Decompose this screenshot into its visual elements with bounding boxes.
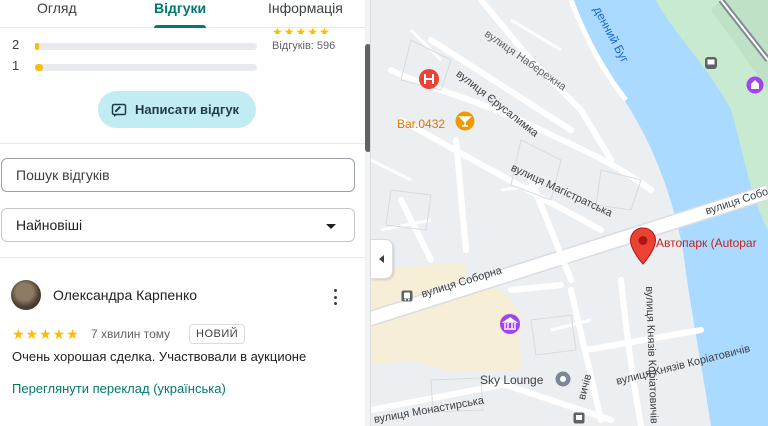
histogram-label: 2 bbox=[12, 37, 20, 52]
active-tab-indicator bbox=[154, 25, 206, 28]
search-reviews-input[interactable] bbox=[1, 158, 355, 192]
tab-bar: Огляд Відгуки Інформація bbox=[0, 0, 365, 28]
dot-icon bbox=[333, 289, 337, 292]
place-pin-icon[interactable] bbox=[629, 227, 657, 265]
dot-icon bbox=[333, 302, 337, 305]
reviews-panel: Огляд Відгуки Інформація 2 1 ★★★★★ Відгу… bbox=[0, 0, 371, 426]
histogram-fill bbox=[35, 64, 43, 71]
review-stars: ★★★★★ bbox=[12, 326, 80, 342]
tab-overview-label: Огляд bbox=[37, 0, 77, 16]
bus-stop-icon[interactable] bbox=[401, 290, 413, 302]
total-reviews: Відгуків: 596 bbox=[272, 40, 335, 52]
map-view[interactable]: денний Буг вулиця Набережна вулиця Єруса… bbox=[371, 0, 768, 426]
more-options-button[interactable] bbox=[330, 289, 340, 305]
dot-icon bbox=[333, 295, 337, 299]
sort-selected-value: Найновіші bbox=[16, 217, 83, 233]
write-review-label: Написати відгук bbox=[135, 102, 240, 117]
place-label[interactable]: Автопарк (Autopar bbox=[656, 236, 757, 250]
histogram-fill bbox=[35, 43, 39, 50]
average-rating-stars: ★★★★★ bbox=[272, 28, 331, 34]
lounge-label: Sky Lounge bbox=[480, 373, 544, 387]
hospital-icon[interactable] bbox=[418, 68, 440, 90]
bar-label: Bar.0432 bbox=[397, 117, 446, 131]
transit-icon[interactable] bbox=[704, 56, 718, 70]
reviews-count-label: Відгуків: bbox=[272, 40, 314, 52]
transit-icon[interactable] bbox=[573, 412, 585, 424]
avatar[interactable] bbox=[11, 280, 41, 310]
rating-histogram-row-2: 2 bbox=[12, 37, 257, 53]
rating-histogram-row-1: 1 bbox=[12, 58, 257, 74]
tab-about-label: Інформація bbox=[268, 0, 343, 16]
divider bbox=[0, 143, 365, 144]
chevron-down-icon bbox=[326, 224, 336, 229]
histogram-track bbox=[35, 64, 257, 71]
collapse-panel-button[interactable] bbox=[371, 239, 393, 279]
reviews-count: 596 bbox=[316, 40, 336, 52]
attraction-icon[interactable] bbox=[746, 76, 764, 94]
edit-review-icon bbox=[111, 102, 127, 118]
histogram-label: 1 bbox=[12, 58, 20, 73]
chevron-left-icon bbox=[379, 255, 384, 263]
write-review-button[interactable]: Написати відгук bbox=[98, 91, 256, 128]
histogram-track bbox=[35, 43, 257, 50]
museum-icon[interactable] bbox=[499, 313, 521, 335]
reviewer-name[interactable]: Олександра Карпенко bbox=[53, 287, 197, 303]
tab-reviews-label: Відгуки bbox=[154, 0, 207, 16]
review-time: 7 хвилин тому bbox=[91, 327, 171, 341]
lounge-icon[interactable] bbox=[555, 371, 571, 387]
translate-link[interactable]: Переглянути переклад (українська) bbox=[12, 381, 226, 396]
bar-icon[interactable] bbox=[455, 111, 475, 131]
sort-dropdown[interactable]: Найновіші bbox=[1, 208, 355, 242]
divider bbox=[0, 257, 365, 258]
review-text: Очень хорошая сделка. Участвовали в аукц… bbox=[12, 349, 307, 364]
new-badge: НОВИЙ bbox=[189, 324, 246, 344]
